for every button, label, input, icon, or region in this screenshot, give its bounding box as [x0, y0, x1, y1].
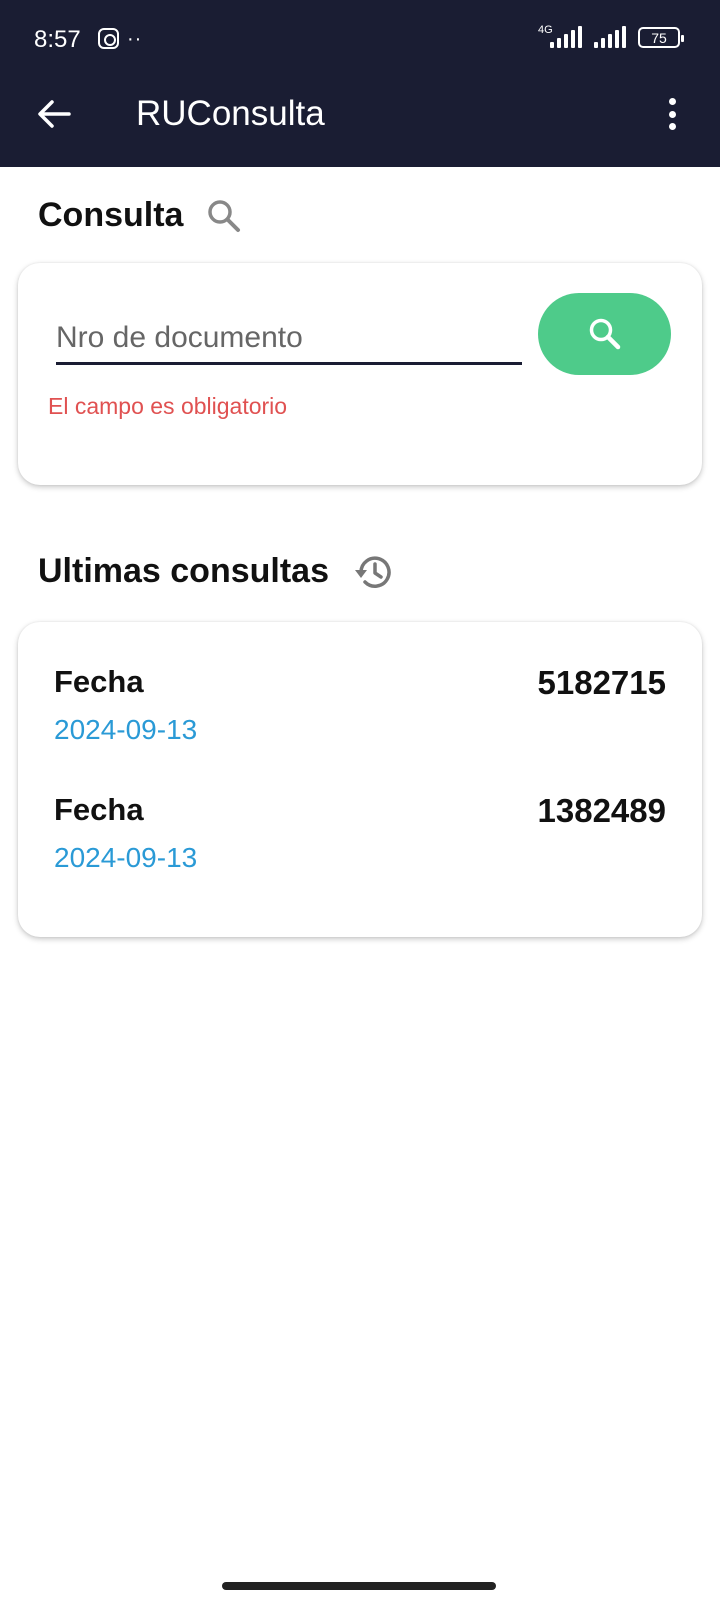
network-type: 4G	[538, 24, 553, 36]
app-title: RUConsulta	[136, 94, 325, 133]
history-item-label: Fecha	[54, 664, 144, 699]
history-item[interactable]: Fecha 2024-09-13 5182715	[54, 664, 666, 764]
history-item-number: 1382489	[537, 792, 666, 829]
home-indicator[interactable]	[222, 1582, 496, 1590]
history-icon	[354, 555, 391, 588]
search-section-title: Consulta	[38, 196, 184, 234]
history-item-number: 5182715	[537, 664, 666, 701]
history-item-date: 2024-09-13	[54, 842, 198, 873]
signal-icon: 4G	[538, 24, 582, 48]
status-indicators: 4G 75	[538, 24, 684, 48]
history-section-title: Ultimas consultas	[38, 552, 329, 590]
document-number-input[interactable]	[56, 313, 522, 365]
back-arrow-icon[interactable]	[34, 94, 74, 134]
validation-error: El campo es obligatorio	[48, 393, 288, 419]
more-options-icon[interactable]	[660, 96, 684, 132]
instagram-icon	[98, 28, 119, 49]
search-icon	[208, 199, 241, 232]
app-header: 8:57 ·· 4G 75 RUConsulta	[0, 0, 720, 167]
history-item-date: 2024-09-13	[54, 714, 198, 745]
history-card: Fecha 2024-09-13 5182715 Fecha 2024-09-1…	[18, 622, 702, 937]
more-notifications-icon: ··	[127, 27, 143, 50]
search-button[interactable]	[538, 293, 671, 375]
status-time: 8:57	[34, 26, 81, 53]
search-icon	[589, 318, 620, 350]
signal-icon-2	[594, 26, 626, 48]
history-item-label: Fecha	[54, 792, 144, 827]
battery-icon: 75	[638, 27, 684, 48]
search-section-header: Consulta	[38, 196, 241, 235]
search-card: El campo es obligatorio	[18, 263, 702, 485]
history-item[interactable]: Fecha 2024-09-13 1382489	[54, 792, 666, 892]
status-notifications: ··	[98, 28, 142, 49]
history-section-header: Ultimas consultas	[38, 552, 393, 591]
battery-level: 75	[651, 29, 667, 46]
